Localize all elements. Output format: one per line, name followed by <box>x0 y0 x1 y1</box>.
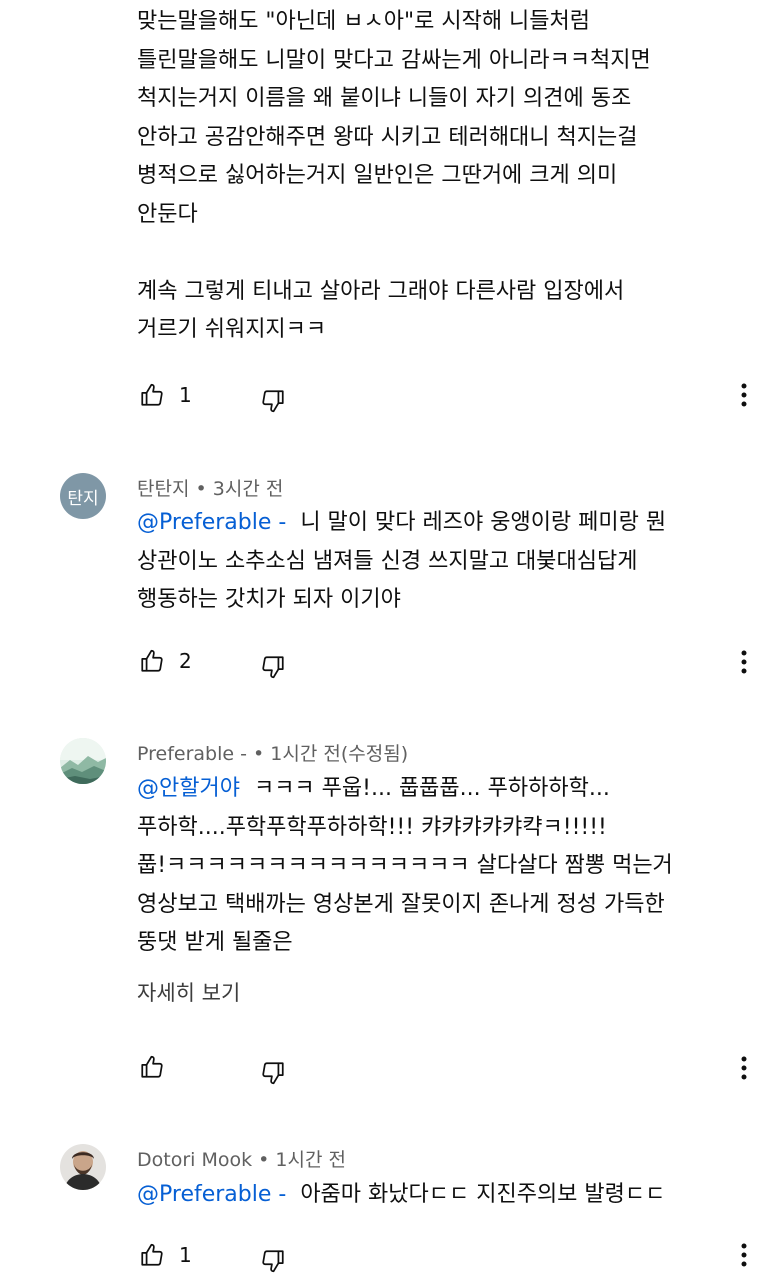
author-name[interactable]: Dotori Mook <box>137 1149 252 1171</box>
comment-body: @Preferable - 아줌마 화났다ㄷㄷ 지진주의보 발령ㄷㄷ <box>137 1182 666 1207</box>
thumb-up-icon <box>141 1243 163 1266</box>
more-vert-icon <box>741 1056 747 1080</box>
more-options-button[interactable] <box>730 645 758 679</box>
comment-actions <box>137 1050 199 1084</box>
like-button[interactable] <box>137 1052 167 1082</box>
like-count: 1 <box>179 383 192 407</box>
thumb-up-icon <box>141 649 163 672</box>
dislike-button[interactable] <box>258 1056 288 1090</box>
comment-body: @Preferable - 니 말이 맞다 레즈야 웅앵이랑 페미랑 뭔 상관이… <box>137 510 667 612</box>
dislike-button[interactable] <box>258 1244 288 1278</box>
dislike-icon-wrap[interactable] <box>258 1246 288 1276</box>
mention-link[interactable]: @Preferable - <box>137 1182 286 1207</box>
comment-time[interactable]: 1시간 전 <box>275 1149 346 1171</box>
dislike-button[interactable] <box>258 384 288 418</box>
thumb-down-icon <box>262 390 284 413</box>
like-button[interactable] <box>137 380 167 410</box>
dislike-icon-wrap[interactable] <box>258 386 288 416</box>
author-name[interactable]: Preferable - <box>137 743 253 765</box>
comment-time[interactable]: 3시간 전 <box>213 478 284 500</box>
more-options-button[interactable] <box>730 378 758 412</box>
comment-meta: 탄탄지 • 3시간 전 <box>137 474 283 501</box>
thumb-down-icon <box>262 1062 284 1085</box>
dislike-icon-wrap[interactable] <box>258 652 288 682</box>
like-count: 1 <box>179 1243 192 1267</box>
comment-actions: 2 <box>137 644 199 678</box>
avatar-initials: 탄지 <box>67 488 99 509</box>
meta-separator: • <box>258 1149 270 1171</box>
person-avatar-icon <box>60 1144 106 1190</box>
thumb-down-icon <box>262 656 284 679</box>
more-options-button[interactable] <box>730 1051 758 1085</box>
thumb-down-icon <box>262 1250 284 1273</box>
more-vert-icon <box>741 1243 747 1267</box>
thumb-up-icon <box>141 383 163 406</box>
comment-time[interactable]: 1시간 전(수정됨) <box>270 743 408 765</box>
avatar[interactable] <box>60 738 106 784</box>
comment-meta: Preferable - • 1시간 전(수정됨) <box>137 739 408 766</box>
comment-body: 맞는말을해도 "아닌데 ㅂㅅ아"로 시작해 니들처럼 틀린말을해도 니말이 맞다… <box>137 9 651 342</box>
comment-body: @안할거야 ㅋㅋㅋ 푸웁!... 풉풉풉... 푸하하하학... 푸하학....… <box>137 776 673 955</box>
like-button[interactable] <box>137 1240 167 1270</box>
thumb-up-icon <box>141 1055 163 1078</box>
comment-meta: Dotori Mook • 1시간 전 <box>137 1145 346 1172</box>
meta-separator: • <box>195 478 207 500</box>
mention-link[interactable]: @안할거야 <box>137 776 240 801</box>
avatar[interactable] <box>60 1144 106 1190</box>
avatar[interactable]: 탄지 <box>60 473 106 519</box>
landscape-avatar-icon <box>60 738 106 784</box>
like-count: 2 <box>179 649 192 673</box>
comment-actions: 1 <box>137 1238 199 1272</box>
more-vert-icon <box>741 650 747 674</box>
author-name[interactable]: 탄탄지 <box>137 478 189 500</box>
more-options-button[interactable] <box>730 1238 758 1272</box>
meta-separator: • <box>253 743 265 765</box>
like-button[interactable] <box>137 646 167 676</box>
more-vert-icon <box>741 383 747 407</box>
read-more-link[interactable]: 자세히 보기 <box>137 977 240 1007</box>
dislike-icon-wrap[interactable] <box>258 1058 288 1088</box>
mention-link[interactable]: @Preferable - <box>137 510 286 535</box>
dislike-button[interactable] <box>258 650 288 684</box>
comment-actions: 1 <box>137 378 199 412</box>
